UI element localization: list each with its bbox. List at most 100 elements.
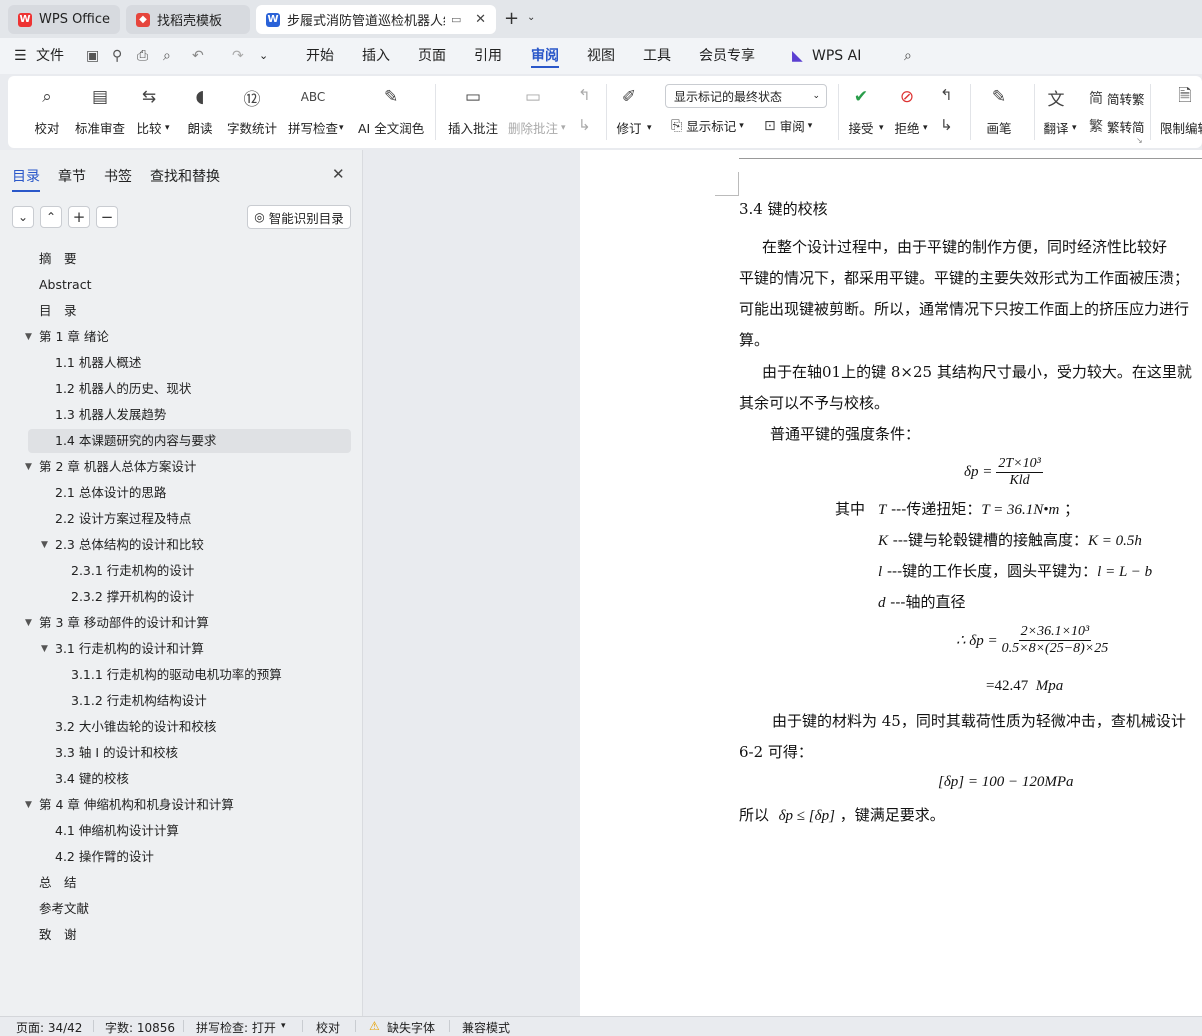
insert-comment-button[interactable]: ▭ 插入批注 <box>448 80 498 137</box>
proofread-status[interactable]: 校对 <box>316 1019 340 1036</box>
tab-document[interactable]: W 步履式消防管道巡检机器人结 ▭ ✕ <box>256 5 496 34</box>
document-page[interactable]: 3.4 键的校核 在整个设计过程中，由于平键的制作方便，同时经济性比较好 平键的… <box>580 150 1202 1016</box>
print-icon[interactable]: ⎙ <box>137 46 148 68</box>
next-change-icon[interactable]: ↳ <box>940 116 953 134</box>
undo-icon[interactable]: ↶ <box>192 46 204 68</box>
show-markup-button[interactable]: ⎘ 显示标记 ▾ <box>671 116 744 135</box>
toc-item[interactable]: 3.1 行走机构的设计和计算 <box>55 637 204 661</box>
track-changes-chevron-icon[interactable]: ▾ <box>647 123 652 133</box>
chevron-down-icon[interactable]: ⌄ <box>527 12 535 23</box>
toc-item[interactable]: 第 1 章 绪论 <box>39 325 109 349</box>
next-comment-icon[interactable]: ↳ <box>578 116 591 134</box>
collapse-down-icon[interactable]: ⌄ <box>12 206 34 228</box>
file-menu[interactable]: 文件 <box>36 46 64 68</box>
expand-caret-icon[interactable]: ▼ <box>41 533 48 557</box>
toc-item[interactable]: 3.1.2 行走机构结构设计 <box>71 689 207 713</box>
spell-check-status[interactable]: 拼写检查: 打开 <box>196 1019 276 1036</box>
toc-item[interactable]: 1.3 机器人发展趋势 <box>55 403 166 427</box>
compatibility-mode[interactable]: 兼容模式 <box>462 1019 510 1036</box>
restrict-editing-button[interactable]: 🗎限制编辑 <box>1160 80 1202 137</box>
ai-polish-button[interactable]: ✎ AI 全文润色 <box>358 80 424 137</box>
hamburger-icon[interactable]: ☰ <box>14 46 27 68</box>
menu-tools[interactable]: 工具 <box>643 46 671 68</box>
sidebar-tab-find-replace[interactable]: 查找和替换 <box>150 166 220 186</box>
toc-item[interactable]: 2.3.1 行走机构的设计 <box>71 559 194 583</box>
reject-chevron-icon[interactable]: ▾ <box>923 123 928 133</box>
tab-wps-office[interactable]: W WPS Office <box>8 5 120 34</box>
add-heading-icon[interactable]: + <box>68 206 90 228</box>
menu-reference[interactable]: 引用 <box>474 46 502 68</box>
standard-review-button[interactable]: ▤ 标准审查 <box>75 80 125 137</box>
toc-item[interactable]: Abstract <box>39 273 91 297</box>
toc-item[interactable]: 2.3.2 撑开机构的设计 <box>71 585 194 609</box>
search-icon[interactable]: ⌕ <box>904 46 912 68</box>
toc-item[interactable]: 2.3 总体结构的设计和比较 <box>55 533 204 557</box>
redo-icon[interactable]: ↷ <box>232 46 244 68</box>
pen-button[interactable]: ✎ 画笔 <box>986 80 1012 137</box>
ribbon-expand-icon[interactable]: ↘ <box>1136 136 1143 145</box>
toc-item[interactable]: 3.4 键的校核 <box>55 767 129 791</box>
tab-docer[interactable]: ◆ 找稻壳模板 <box>126 5 250 34</box>
close-tab-icon[interactable]: ✕ <box>475 12 486 27</box>
proofread-button[interactable]: ⌕ 校对 <box>34 80 60 137</box>
word-count-button[interactable]: ⑫ 字数统计 <box>227 80 277 137</box>
pin-icon[interactable]: ⚲ <box>112 46 122 68</box>
smart-toc-button[interactable]: ◎ 智能识别目录 <box>247 205 351 229</box>
new-tab-icon[interactable]: + <box>504 8 519 29</box>
toc-item[interactable]: 1.2 机器人的历史、现状 <box>55 377 191 401</box>
print-preview-icon[interactable]: ⌕ <box>163 46 171 68</box>
menu-review[interactable]: 审阅 <box>531 46 559 68</box>
toc-item[interactable]: 目 录 <box>39 299 77 323</box>
delete-comment-button[interactable]: ▭ 删除批注 <box>508 80 558 137</box>
translate-chevron-icon[interactable]: ▾ <box>1072 123 1077 133</box>
track-changes-button[interactable]: ✐ 修订 <box>616 80 642 137</box>
save-icon[interactable]: ▣ <box>86 46 99 68</box>
spell-check-chevron-icon[interactable]: ▾ <box>339 123 344 133</box>
page-indicator[interactable]: 页面: 34/42 <box>16 1019 82 1036</box>
review-pane-button[interactable]: ⊡ 审阅 ▾ <box>764 116 812 135</box>
toc-item[interactable]: 3.2 大小锥齿轮的设计和校核 <box>55 715 216 739</box>
toc-item[interactable]: 总 结 <box>39 871 77 895</box>
toc-item[interactable]: 1.1 机器人概述 <box>55 351 141 375</box>
accept-button[interactable]: ✔ 接受 <box>848 80 874 137</box>
remove-heading-icon[interactable]: − <box>96 206 118 228</box>
toc-item[interactable]: 致 谢 <box>39 923 77 947</box>
sidebar-tab-toc[interactable]: 目录 <box>12 166 40 192</box>
toc-item[interactable]: 4.2 操作臂的设计 <box>55 845 154 869</box>
toc-item[interactable]: 2.2 设计方案过程及特点 <box>55 507 191 531</box>
collapse-up-icon[interactable]: ⌃ <box>40 206 62 228</box>
spell-check-button[interactable]: ABC 拼写检查 <box>288 80 338 137</box>
compare-chevron-icon[interactable]: ▾ <box>165 123 170 133</box>
toc-item[interactable]: 第 2 章 机器人总体方案设计 <box>39 455 196 479</box>
expand-caret-icon[interactable]: ▼ <box>41 637 48 661</box>
previous-comment-icon[interactable]: ↰ <box>578 86 591 104</box>
expand-caret-icon[interactable]: ▼ <box>25 325 32 349</box>
translate-button[interactable]: 文翻译 <box>1043 80 1069 137</box>
compare-button[interactable]: ⇆ 比较 <box>136 80 162 137</box>
missing-font-status[interactable]: 缺失字体 <box>387 1019 435 1036</box>
toc-item[interactable]: 2.1 总体设计的思路 <box>55 481 166 505</box>
expand-caret-icon[interactable]: ▼ <box>25 611 32 635</box>
toc-item[interactable]: 第 4 章 伸缩机构和机身设计和计算 <box>39 793 234 817</box>
word-count[interactable]: 字数: 10856 <box>105 1019 175 1036</box>
menu-view[interactable]: 视图 <box>587 46 615 68</box>
expand-caret-icon[interactable]: ▼ <box>25 793 32 817</box>
toc-item[interactable]: 第 3 章 移动部件的设计和计算 <box>39 611 209 635</box>
reject-button[interactable]: ⊘ 拒绝 <box>894 80 920 137</box>
toc-item[interactable]: 3.3 轴 I 的设计和校核 <box>55 741 178 765</box>
menu-membership[interactable]: 会员专享 <box>699 46 755 68</box>
menu-insert[interactable]: 插入 <box>362 46 390 68</box>
menu-page[interactable]: 页面 <box>418 46 446 68</box>
markup-state-select[interactable]: 显示标记的最终状态 ⌄ <box>665 84 827 108</box>
more-chevron-icon[interactable]: ⌄ <box>259 46 268 68</box>
accept-chevron-icon[interactable]: ▾ <box>879 123 884 133</box>
monitor-icon[interactable]: ▭ <box>451 13 461 26</box>
read-aloud-button[interactable]: ◖ 朗读 <box>187 80 213 137</box>
toc-item[interactable]: 3.1.1 行走机构的驱动电机功率的预算 <box>71 663 282 687</box>
traditional-to-simplified-button[interactable]: 繁繁转简 <box>1089 116 1145 136</box>
sidebar-tab-sections[interactable]: 章节 <box>58 166 86 186</box>
close-pane-icon[interactable]: ✕ <box>332 165 345 183</box>
toc-item[interactable]: 1.4 本课题研究的内容与要求 <box>55 429 216 453</box>
menu-start[interactable]: 开始 <box>306 46 334 68</box>
toc-item[interactable]: 摘 要 <box>39 247 77 271</box>
